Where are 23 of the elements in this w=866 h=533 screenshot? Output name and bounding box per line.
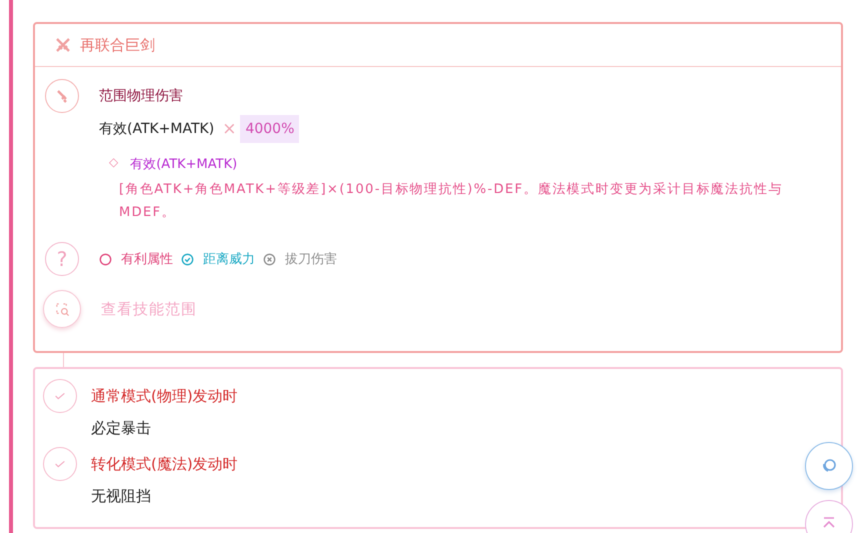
damage-type: 范围物理伤害 [99, 87, 184, 106]
tag-label: 拔刀伤害 [285, 251, 337, 268]
share-button[interactable] [805, 442, 853, 490]
crossed-swords-icon [55, 37, 71, 53]
multiplier-badge: 4000% [240, 115, 300, 143]
sword-icon [45, 79, 79, 113]
note-title: 有效(ATK+MATK) [130, 156, 238, 173]
effect-condition: 转化模式(魔法)发动时 [91, 454, 238, 475]
tag-label: 有利属性 [121, 251, 173, 268]
check-icon [43, 379, 77, 413]
effect-condition: 通常模式(物理)发动时 [91, 386, 238, 407]
tag-label: 距离威力 [203, 251, 255, 268]
times-sign: × [222, 119, 236, 139]
skill-title: 再联合巨剑 [80, 36, 155, 54]
range-search-icon[interactable] [43, 290, 81, 328]
diamond-marker: ◇ [109, 155, 118, 171]
effect-result: 必定暴击 [91, 418, 152, 439]
note-text: [角色ATK+角色MATK+等级差]×(100-目标物理抗性)%-DEF。魔法模式时变更为采计目标魔法抗性与MDEF。 [119, 181, 784, 222]
check-icon [43, 447, 77, 481]
effect-result: 无视阻挡 [91, 486, 152, 507]
help-icon: ? [45, 242, 79, 276]
view-range-link[interactable]: 查看技能范围 [101, 300, 197, 318]
damage-formula: 有效(ATK+MATK) [99, 120, 214, 138]
